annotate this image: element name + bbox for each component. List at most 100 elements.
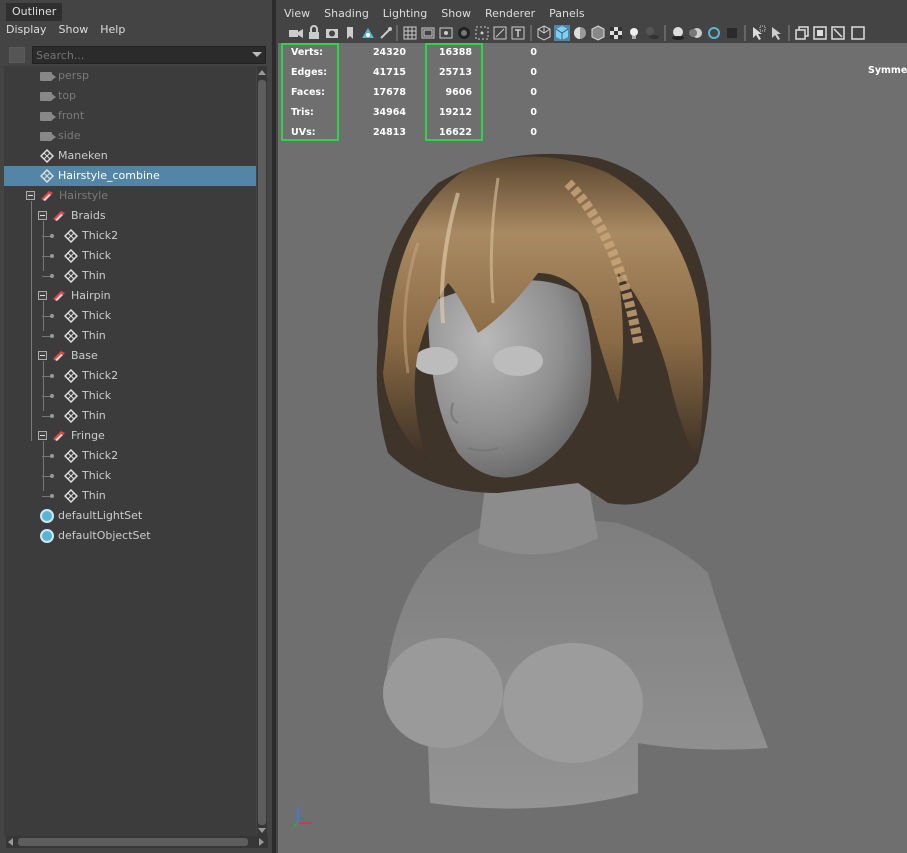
menu-view[interactable]: View xyxy=(276,4,316,24)
safe-title-icon[interactable] xyxy=(510,25,526,41)
xray-icon[interactable] xyxy=(768,25,784,41)
outliner-item[interactable]: front xyxy=(4,106,256,126)
screen-space-ao-icon[interactable] xyxy=(670,25,686,41)
outliner-item[interactable]: Thick2 xyxy=(4,226,256,246)
field-chart-icon[interactable] xyxy=(474,25,490,41)
textured-icon[interactable] xyxy=(608,25,624,41)
horizontal-scrollbar[interactable] xyxy=(6,836,268,848)
group-icon xyxy=(53,211,65,221)
outliner-item[interactable]: Thin xyxy=(4,406,256,426)
outliner-item[interactable]: Thick xyxy=(4,306,256,326)
search-bar xyxy=(0,44,268,66)
menu-lighting[interactable]: Lighting xyxy=(375,4,433,24)
outliner-item[interactable]: top xyxy=(4,86,256,106)
wireframe-on-shaded-icon[interactable] xyxy=(590,25,606,41)
image-plane-icon[interactable] xyxy=(360,25,376,41)
outliner-item[interactable]: Thin xyxy=(4,266,256,286)
shadows-icon[interactable] xyxy=(644,25,660,41)
search-input[interactable] xyxy=(32,46,266,64)
mesh-icon xyxy=(40,169,54,183)
outliner-item[interactable]: Hairstyle xyxy=(4,186,256,206)
outliner-item[interactable]: Thin xyxy=(4,486,256,506)
camera-attributes-icon[interactable] xyxy=(324,25,340,41)
frame-all-icon[interactable] xyxy=(830,25,846,41)
outliner-item[interactable]: Maneken xyxy=(4,146,256,166)
outliner-item[interactable]: Thick xyxy=(4,466,256,486)
outliner-tab[interactable]: Outliner xyxy=(6,3,63,21)
two-pane-layout-icon[interactable] xyxy=(794,25,810,41)
hud-scene-count: 41715 xyxy=(372,67,406,78)
outliner-item[interactable]: Thin xyxy=(4,326,256,346)
hud-scene-count: 24320 xyxy=(372,47,406,58)
tree-node-dot xyxy=(50,374,54,378)
isolate-select-icon[interactable] xyxy=(750,25,766,41)
camera-icon xyxy=(40,132,56,141)
outliner-item[interactable]: side xyxy=(4,126,256,146)
outliner-item[interactable]: Braids xyxy=(4,206,256,226)
menu-renderer[interactable]: Renderer xyxy=(477,4,541,24)
menu-panels[interactable]: Panels xyxy=(541,4,590,24)
mesh-icon xyxy=(64,409,78,423)
scroll-right-icon[interactable] xyxy=(259,838,264,846)
group-icon xyxy=(41,191,53,201)
outliner-item[interactable]: Base xyxy=(4,346,256,366)
motion-blur-icon[interactable] xyxy=(688,25,704,41)
vertical-scrollbar[interactable] xyxy=(257,66,267,836)
outliner-item[interactable]: Fringe xyxy=(4,426,256,446)
outliner-item-label: Hairstyle xyxy=(59,189,108,202)
filter-icon[interactable] xyxy=(9,47,25,63)
hud-toggle-icon[interactable] xyxy=(850,25,866,41)
outliner-item[interactable]: defaultObjectSet xyxy=(4,526,256,546)
outliner-item-label: defaultObjectSet xyxy=(58,529,151,542)
menu-show[interactable]: Show xyxy=(433,4,477,24)
tree-node-dot xyxy=(50,394,54,398)
outliner-item[interactable]: Thick xyxy=(4,386,256,406)
outliner-item[interactable]: Thick2 xyxy=(4,446,256,466)
collapse-toggle-icon[interactable] xyxy=(38,211,47,220)
2d-pan-zoom-icon[interactable] xyxy=(378,25,394,41)
collapse-toggle-icon[interactable] xyxy=(38,351,47,360)
scroll-left-icon[interactable] xyxy=(8,838,13,846)
safe-action-icon[interactable] xyxy=(492,25,508,41)
toolbar-separator xyxy=(744,25,746,41)
lights-icon[interactable] xyxy=(626,25,642,41)
scrollbar-thumb[interactable] xyxy=(258,80,266,825)
outliner-item[interactable]: Hairpin xyxy=(4,286,256,306)
anti-aliasing-icon[interactable] xyxy=(706,25,722,41)
chevron-down-icon[interactable] xyxy=(252,52,262,57)
menu-show[interactable]: Show xyxy=(53,21,95,39)
collapse-toggle-icon[interactable] xyxy=(38,431,47,440)
film-gate-icon[interactable] xyxy=(420,25,436,41)
camera-select-icon[interactable] xyxy=(288,25,304,41)
menu-help[interactable]: Help xyxy=(94,21,131,39)
collapse-toggle-icon[interactable] xyxy=(38,291,47,300)
mesh-icon xyxy=(64,369,78,383)
scroll-up-icon[interactable] xyxy=(258,70,266,75)
lock-camera-icon[interactable] xyxy=(306,25,322,41)
resolution-gate-icon[interactable] xyxy=(438,25,454,41)
viewport-3d[interactable]: Verts: 24320 16388 0 Edges: 41715 25713 0 Faces:… xyxy=(278,43,907,853)
set-icon xyxy=(40,509,54,523)
depth-of-field-icon[interactable] xyxy=(724,25,740,41)
group-icon xyxy=(53,291,65,301)
outliner-item[interactable]: Thick xyxy=(4,246,256,266)
collapse-toggle-icon[interactable] xyxy=(26,191,35,200)
outliner-item-label: Thin xyxy=(82,409,106,422)
outliner-item[interactable]: persp xyxy=(4,66,256,86)
scrollbar-thumb[interactable] xyxy=(18,838,248,846)
outliner-item[interactable]: Thick2 xyxy=(4,366,256,386)
menu-shading[interactable]: Shading xyxy=(316,4,375,24)
wireframe-icon[interactable] xyxy=(536,25,552,41)
scroll-down-icon[interactable] xyxy=(258,828,266,833)
grid-icon[interactable] xyxy=(402,25,418,41)
default-material-icon[interactable] xyxy=(572,25,588,41)
menu-display[interactable]: Display xyxy=(0,21,53,39)
outliner-item[interactable]: defaultLightSet xyxy=(4,506,256,526)
outliner-item-label: persp xyxy=(58,69,89,82)
outliner-item[interactable]: Hairstyle_combine xyxy=(4,166,256,186)
tree-connector xyxy=(42,416,50,417)
bookmark-icon[interactable] xyxy=(342,25,358,41)
smooth-shade-icon[interactable] xyxy=(554,25,570,41)
single-pane-layout-icon[interactable] xyxy=(812,25,828,41)
gate-mask-icon[interactable] xyxy=(456,25,472,41)
